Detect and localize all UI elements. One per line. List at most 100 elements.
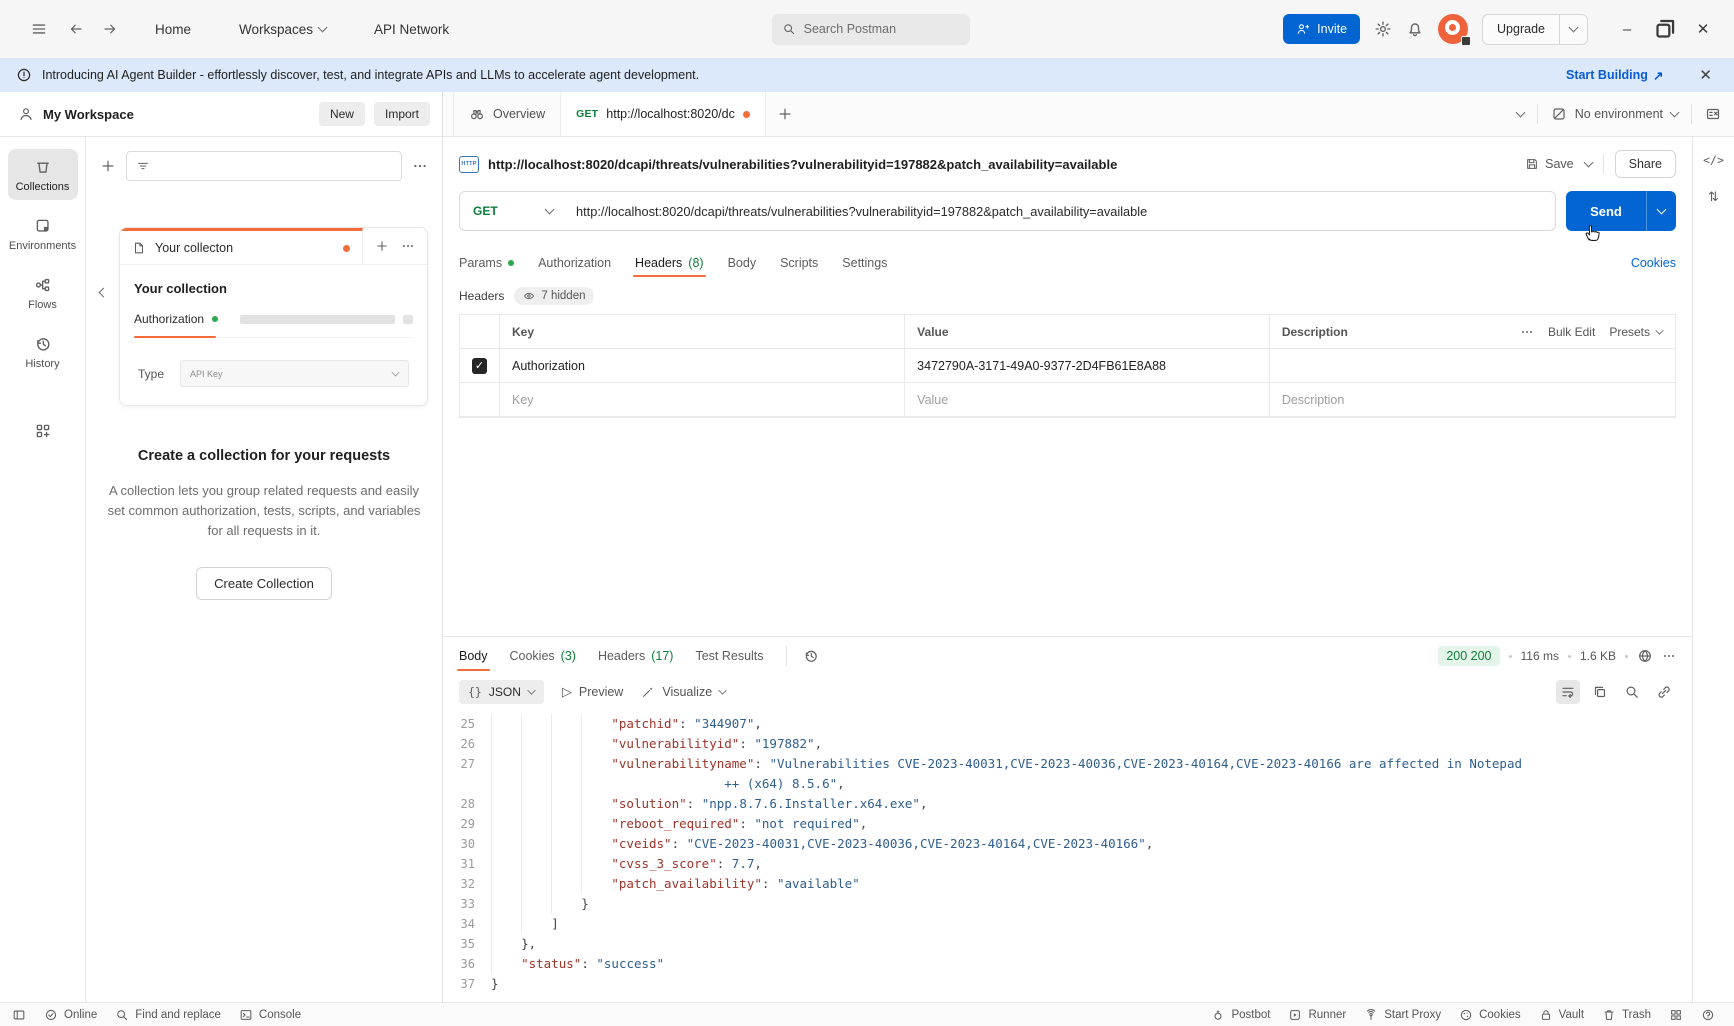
toggle-sidebar-icon[interactable] — [10, 1003, 35, 1026]
sidebar-item-flows[interactable]: Flows — [8, 267, 78, 318]
notifications-bell-icon[interactable] — [1406, 20, 1424, 38]
response-tab-headers[interactable]: Headers(17) — [598, 637, 673, 675]
send-button[interactable]: Send — [1566, 191, 1676, 231]
search-input[interactable]: Search Postman — [772, 14, 970, 45]
banner-close-icon[interactable]: ✕ — [1699, 66, 1712, 84]
table-more-icon[interactable] — [1520, 325, 1534, 339]
statusbar-console[interactable]: Console — [230, 1003, 310, 1026]
tab-overview[interactable]: Overview — [453, 92, 561, 136]
start-building-link[interactable]: Start Building ↗ — [1566, 68, 1663, 83]
request-tab-settings[interactable]: Settings — [842, 244, 887, 281]
header-description-cell[interactable] — [1270, 349, 1675, 382]
avatar[interactable] — [1438, 14, 1468, 44]
statusbar-vault[interactable]: Vault — [1530, 1003, 1593, 1026]
workspace-name[interactable]: My Workspace — [43, 107, 134, 122]
code-snippet-icon[interactable]: </> — [1703, 153, 1724, 167]
invite-button[interactable]: Invite — [1283, 14, 1360, 44]
statusbar-label: Runner — [1308, 1009, 1346, 1021]
link-icon[interactable] — [1652, 680, 1676, 704]
back-icon[interactable] — [68, 21, 84, 37]
workspace-icon — [18, 106, 34, 122]
response-tab-cookies[interactable]: Cookies(3) — [510, 637, 576, 675]
wrap-text-icon[interactable] — [1556, 680, 1580, 704]
value-placeholder[interactable]: Value — [905, 383, 1270, 416]
filter-icon — [136, 159, 150, 173]
new-button[interactable]: New — [319, 102, 365, 126]
request-tab-scripts[interactable]: Scripts — [780, 244, 818, 281]
header-key-cell[interactable]: Authorization — [500, 349, 905, 382]
indent-guide — [521, 714, 551, 734]
method-select[interactable]: GET — [460, 204, 566, 218]
statusbar-runner[interactable]: Runner — [1279, 1003, 1355, 1026]
statusbar-cookies[interactable]: Cookies — [1450, 1003, 1530, 1026]
create-collection-button[interactable]: Create Collection — [196, 567, 332, 600]
tab-request[interactable]: GET http://localhost:8020/dc — [561, 92, 766, 136]
window-restore-icon[interactable] — [1650, 14, 1680, 44]
key-placeholder[interactable]: Key — [500, 383, 905, 416]
help-icon[interactable] — [1692, 1003, 1724, 1026]
sidebar-item-collections[interactable]: Collections — [8, 149, 78, 200]
response-tab-body[interactable]: Body — [459, 637, 488, 675]
forward-icon[interactable] — [102, 21, 118, 37]
sidebar-add-tools[interactable] — [8, 413, 78, 447]
sidebar-item-environments[interactable]: Environments — [8, 208, 78, 259]
tab-list-dropdown[interactable] — [1504, 112, 1537, 116]
token: 7.7 — [732, 856, 755, 871]
split-view-icon[interactable] — [1660, 1003, 1692, 1026]
indent-guide — [551, 794, 581, 814]
network-info-icon[interactable] — [1637, 648, 1653, 664]
more-actions-icon[interactable] — [412, 158, 428, 174]
search-response-icon[interactable] — [1620, 680, 1644, 704]
environment-selector[interactable]: No environment — [1538, 106, 1691, 122]
sidebar-item-history[interactable]: History — [8, 326, 78, 377]
nav-home[interactable]: Home — [146, 15, 200, 44]
save-dropdown-icon[interactable] — [1583, 158, 1593, 168]
indent-guide — [551, 734, 581, 754]
share-button[interactable]: Share — [1615, 150, 1676, 178]
statusbar-postbot[interactable]: Postbot — [1202, 1003, 1279, 1026]
description-placeholder[interactable]: Description — [1270, 383, 1675, 416]
nav-workspaces[interactable]: Workspaces — [230, 15, 335, 44]
hidden-headers-toggle[interactable]: 7 hidden — [514, 287, 594, 305]
request-tab-params[interactable]: Params — [459, 244, 514, 281]
import-button[interactable]: Import — [374, 102, 430, 126]
carousel-prev-icon[interactable] — [99, 288, 109, 298]
upgrade-button[interactable]: Upgrade — [1482, 14, 1588, 45]
new-tab-button[interactable] — [766, 92, 804, 136]
visualize-button[interactable]: Visualize — [641, 685, 726, 699]
environment-quick-look-icon[interactable] — [1692, 106, 1734, 122]
refresh-icon[interactable]: ⇅ — [1708, 189, 1719, 205]
send-dropdown[interactable] — [1646, 191, 1676, 231]
statusbar-start-proxy[interactable]: Start Proxy — [1355, 1003, 1450, 1026]
filter-input[interactable] — [126, 151, 402, 181]
row-checkbox[interactable]: ✓ — [472, 358, 487, 374]
response-format-select[interactable]: {} JSON — [459, 680, 544, 704]
bulk-edit-button[interactable]: Bulk Edit — [1548, 325, 1595, 339]
menu-icon[interactable] — [30, 20, 48, 38]
preview-button[interactable]: ▷ Preview — [562, 684, 623, 700]
save-button[interactable]: Save — [1525, 157, 1574, 171]
token: } — [491, 976, 499, 991]
presets-dropdown[interactable]: Presets — [1609, 325, 1663, 339]
save-icon — [1525, 157, 1539, 171]
add-collection-icon[interactable] — [100, 158, 116, 174]
response-actions-icon[interactable] — [1662, 649, 1676, 663]
indent-guide — [581, 874, 611, 894]
cookies-link[interactable]: Cookies — [1631, 256, 1676, 270]
url-input[interactable]: http://localhost:8020/dcapi/threats/vuln… — [566, 204, 1555, 219]
header-value-cell[interactable]: 3472790A-3171-49A0-9377-2D4FB61E8A88 — [905, 349, 1270, 382]
window-minimize-icon[interactable]: – — [1612, 14, 1642, 44]
request-tab-authorization[interactable]: Authorization — [538, 244, 611, 281]
request-tab-body[interactable]: Body — [728, 244, 757, 281]
statusbar-find-and-replace[interactable]: Find and replace — [106, 1003, 230, 1026]
upgrade-dropdown[interactable] — [1559, 15, 1587, 44]
response-history-icon[interactable] — [803, 648, 819, 664]
statusbar-online[interactable]: Online — [35, 1003, 106, 1026]
settings-gear-icon[interactable] — [1374, 20, 1392, 38]
nav-api-network[interactable]: API Network — [365, 15, 458, 44]
window-close-icon[interactable]: ✕ — [1688, 14, 1718, 44]
response-tab-test-results[interactable]: Test Results — [695, 637, 763, 675]
request-tab-headers[interactable]: Headers(8) — [635, 244, 704, 281]
copy-icon[interactable] — [1588, 680, 1612, 704]
statusbar-trash[interactable]: Trash — [1593, 1003, 1660, 1026]
